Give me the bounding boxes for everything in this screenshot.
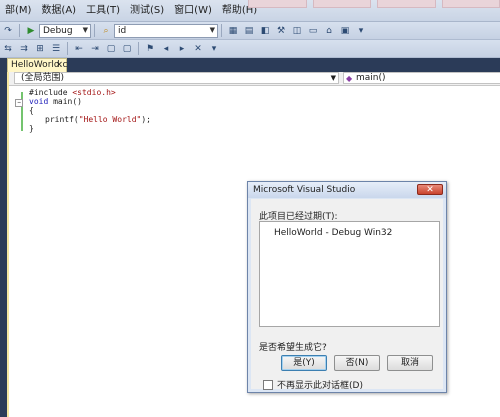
class-view-icon[interactable]: ◫ xyxy=(290,24,304,37)
call-end: ); xyxy=(141,115,151,124)
toolbar-separator xyxy=(138,42,139,55)
close-icon: ✕ xyxy=(426,185,434,195)
standard-toolbar: ↷ ▶ Debug ▼ ⌕ id ▼ ▦ ▤ ◧ ⚒ ◫ ▭ ⌂ ▣ ▾ xyxy=(0,22,500,40)
code-line-4: printf("Hello World"); xyxy=(45,115,151,125)
menu-item-project[interactable]: 部(M) xyxy=(0,0,36,22)
menu-item-test[interactable]: 测试(S) xyxy=(125,0,169,22)
toolbar-options-icon[interactable]: ▾ xyxy=(354,24,368,37)
chevron-down-icon: ▼ xyxy=(82,25,88,34)
toolbar-separator xyxy=(94,24,95,37)
find-combo-value: id xyxy=(118,25,127,36)
redo-icon[interactable]: ↷ xyxy=(1,24,15,37)
menu-item-tools[interactable]: 工具(T) xyxy=(81,0,125,22)
toggle-bookmark-icon[interactable]: ⚑ xyxy=(143,42,157,55)
solution-explorer-icon[interactable]: ▦ xyxy=(226,24,240,37)
close-icon[interactable]: × xyxy=(55,59,63,72)
dont-show-again-label: 不再显示此对话框(D) xyxy=(277,381,363,391)
start-debugging-icon[interactable]: ▶ xyxy=(24,24,38,37)
list-members-icon[interactable]: ☰ xyxy=(49,42,63,55)
out-of-date-project-list[interactable]: HelloWorld - Debug Win32 xyxy=(259,221,440,327)
navigation-bar: (全局范围) ▼ ◆ main() xyxy=(9,72,500,86)
code-line-2: void main() xyxy=(29,97,82,107)
find-in-files-icon[interactable]: ⌕ xyxy=(99,24,113,37)
function-signature: main() xyxy=(48,97,82,106)
dialog-close-button[interactable]: ✕ xyxy=(417,184,443,195)
menu-item-window[interactable]: 窗口(W) xyxy=(169,0,217,22)
dialog-question: 是否希望生成它? xyxy=(259,343,327,353)
solution-config-select[interactable]: Debug ▼ xyxy=(39,23,91,38)
start-page-icon[interactable]: ⌂ xyxy=(322,24,336,37)
keyword-void: void xyxy=(29,97,49,106)
background-tab xyxy=(441,0,500,8)
collapse-icon[interactable]: − xyxy=(15,99,23,107)
document-tab-helloworld[interactable]: HelloWorld.c × xyxy=(7,58,67,72)
previous-bookmark-icon[interactable]: ◂ xyxy=(159,42,173,55)
dialog-title: Microsoft Visual Studio xyxy=(253,185,356,195)
document-tab-strip: HelloWorld.c × xyxy=(0,58,500,72)
complete-word-icon[interactable]: ⊞ xyxy=(33,42,47,55)
comment-icon[interactable]: ▢ xyxy=(104,42,118,55)
code-line-5: } xyxy=(29,124,34,133)
function-icon: ◆ xyxy=(346,74,353,83)
parameter-info-icon[interactable]: ⇉ xyxy=(17,42,31,55)
extension-icon[interactable]: ▣ xyxy=(338,24,352,37)
yes-button[interactable]: 是(Y) xyxy=(281,355,327,371)
dont-show-again-option[interactable]: 不再显示此对话框(D) xyxy=(263,378,363,391)
toolbar-separator xyxy=(67,42,68,55)
outdent-icon[interactable]: ⇤ xyxy=(72,42,86,55)
member-value: main() xyxy=(356,73,386,83)
scope-dropdown[interactable]: (全局范围) ▼ xyxy=(14,72,339,84)
change-indicator xyxy=(21,92,23,131)
clear-bookmarks-icon[interactable]: ✕ xyxy=(191,42,205,55)
dialog-body: 此项目已经过期(T): HelloWorld - Debug Win32 是否希… xyxy=(251,199,443,391)
menu-item-data[interactable]: 数据(A) xyxy=(36,0,81,22)
chevron-down-icon: ▼ xyxy=(330,74,336,82)
toolbar-separator xyxy=(19,24,20,37)
output-window-icon[interactable]: ▭ xyxy=(306,24,320,37)
cancel-button[interactable]: 取消 xyxy=(387,355,433,371)
include-directive: #include xyxy=(29,88,73,97)
no-button[interactable]: 否(N) xyxy=(334,355,380,371)
dont-show-again-checkbox[interactable] xyxy=(263,379,273,390)
member-dropdown[interactable]: ◆ main() xyxy=(343,72,500,84)
solution-config-value: Debug xyxy=(43,25,73,36)
object-browser-icon[interactable]: ◧ xyxy=(258,24,272,37)
properties-icon[interactable]: ▤ xyxy=(242,24,256,37)
uncomment-icon[interactable]: ▢ xyxy=(120,42,134,55)
code-line-3: { xyxy=(29,106,34,115)
printf-call: printf( xyxy=(45,115,79,124)
background-tab xyxy=(248,0,307,8)
scope-value: (全局范围) xyxy=(21,73,65,83)
list-item[interactable]: HelloWorld - Debug Win32 xyxy=(274,228,392,238)
toolbar-separator xyxy=(221,24,222,37)
toolbar-options-icon[interactable]: ▾ xyxy=(207,42,221,55)
find-combo[interactable]: id ▼ xyxy=(114,23,218,38)
project-out-of-date-dialog: Microsoft Visual Studio ✕ 此项目已经过期(T): He… xyxy=(247,181,447,393)
string-literal: "Hello World" xyxy=(78,115,142,124)
background-tabs xyxy=(248,0,500,8)
text-editor-toolbar: ⇆ ⇉ ⊞ ☰ ⇤ ⇥ ▢ ▢ ⚑ ◂ ▸ ✕ ▾ xyxy=(0,40,500,58)
next-bookmark-icon[interactable]: ▸ xyxy=(175,42,189,55)
background-tab xyxy=(377,0,436,8)
background-tab xyxy=(312,0,371,8)
indent-icon[interactable]: ⇥ xyxy=(88,42,102,55)
include-header: <stdio.h> xyxy=(72,88,116,97)
chevron-down-icon: ▼ xyxy=(209,25,215,34)
toolbox-icon[interactable]: ⚒ xyxy=(274,24,288,37)
quick-info-icon[interactable]: ⇆ xyxy=(1,42,15,55)
